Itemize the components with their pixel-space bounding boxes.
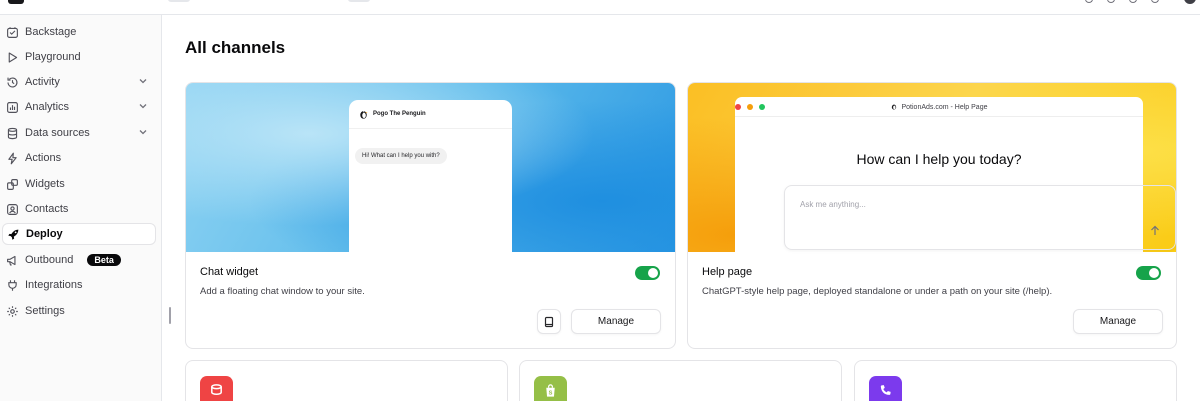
penguin-icon [360, 111, 368, 119]
book-icon [544, 316, 554, 327]
sidebar-item-label: Data sources [25, 127, 90, 139]
phone-icon [869, 376, 902, 401]
bolt-icon [8, 152, 17, 164]
channel-card-help-page: PotionAds.com - Help Page How can I help… [687, 82, 1177, 349]
channel-card-chat-widget: Pogo The Penguin Hi! What can I help you… [185, 82, 676, 349]
sidebar-item-outbound[interactable]: Outbound Beta [0, 249, 156, 271]
puzzle-icon [7, 178, 18, 190]
chat-widget-toggle[interactable] [635, 266, 660, 280]
database-icon [7, 127, 18, 139]
top-bar [0, 0, 1200, 15]
sidebar-item-actions[interactable]: Actions [0, 147, 156, 169]
channel-card[interactable]: S [519, 360, 842, 401]
sidebar-item-activity[interactable]: Activity [0, 71, 156, 93]
chevron-down-icon[interactable] [138, 76, 148, 86]
chat-window-preview: Pogo The Penguin Hi! What can I help you… [349, 100, 512, 260]
history-icon [7, 76, 18, 88]
sidebar-item-playground[interactable]: Playground [0, 46, 156, 68]
manage-button[interactable]: Manage [571, 309, 661, 334]
sidebar-item-widgets[interactable]: Widgets [0, 173, 156, 195]
browser-bar: PotionAds.com - Help Page [735, 97, 1143, 117]
toolbar-icon[interactable] [1107, 0, 1115, 3]
help-input-placeholder: Ask me anything... [800, 200, 866, 209]
gear-icon [7, 305, 18, 317]
channel-description: Add a floating chat window to your site. [200, 286, 365, 297]
svg-text:S: S [549, 391, 553, 397]
toolbar-icon[interactable] [1085, 0, 1093, 3]
sidebar-item-label: Backstage [25, 26, 77, 38]
sidebar-item-label: Outbound [25, 254, 74, 266]
megaphone-icon [7, 255, 16, 266]
breadcrumb-button[interactable] [168, 0, 190, 2]
sidebar-item-label: Integrations [25, 279, 83, 291]
sidebar-item-label: Analytics [25, 101, 70, 113]
database-icon [200, 376, 233, 401]
plug-icon [8, 279, 17, 291]
browser-title-text: PotionAds.com - Help Page [901, 104, 988, 111]
sidebar-item-deploy[interactable]: Deploy [2, 223, 156, 245]
help-question-input: Ask me anything... [784, 185, 1176, 250]
sidebar-item-label: Contacts [25, 203, 69, 215]
toolbar-icon[interactable] [1129, 0, 1137, 3]
play-icon [8, 51, 18, 63]
help-heading: How can I help you today? [856, 151, 1022, 167]
breadcrumb-button[interactable] [348, 0, 370, 2]
help-page-preview: PotionAds.com - Help Page How can I help… [688, 83, 1176, 257]
sidebar: Backstage Playground Activity Analytics … [0, 15, 162, 401]
sidebar-item-backstage[interactable]: Backstage [0, 21, 156, 43]
sidebar-item-label: Playground [25, 51, 81, 63]
sidebar-item-label: Widgets [25, 178, 65, 190]
toolbar-icon[interactable] [1151, 0, 1159, 3]
penguin-icon [891, 104, 896, 110]
backstage-icon [7, 26, 18, 38]
browser-window-preview: PotionAds.com - Help Page How can I help… [735, 97, 1176, 257]
rocket-icon [8, 229, 19, 240]
avatar[interactable] [1184, 0, 1196, 4]
sidebar-resize-handle[interactable] [169, 307, 171, 324]
arrow-up-icon [1151, 225, 1159, 235]
sidebar-item-label: Settings [25, 305, 65, 317]
chevron-down-icon[interactable] [138, 101, 148, 111]
channel-title: Help page [702, 266, 753, 278]
channel-title: Chat widget [200, 266, 259, 278]
channel-card[interactable] [854, 360, 1177, 401]
docs-button[interactable] [537, 309, 561, 334]
shopify-icon: S [534, 376, 567, 401]
chevron-down-icon[interactable] [138, 127, 148, 137]
page-title: All channels [185, 38, 286, 57]
channel-card[interactable] [185, 360, 508, 401]
sidebar-item-label: Actions [25, 152, 62, 164]
browser-title: PotionAds.com - Help Page [735, 103, 1143, 111]
sidebar-item-contacts[interactable]: Contacts [0, 198, 156, 220]
chat-greeting-bubble: Hi! What can I help you with? [355, 148, 447, 164]
sidebar-item-data-sources[interactable]: Data sources [0, 122, 156, 144]
sidebar-item-label: Activity [25, 76, 60, 88]
chart-icon [7, 101, 18, 113]
manage-button[interactable]: Manage [1073, 309, 1163, 334]
sidebar-item-label: Deploy [26, 228, 63, 240]
channel-description: ChatGPT-style help page, deployed standa… [702, 286, 1053, 297]
chat-widget-preview: Pogo The Penguin Hi! What can I help you… [186, 83, 675, 260]
chat-header: Pogo The Penguin [349, 100, 512, 129]
beta-badge: Beta [87, 254, 121, 266]
app-logo[interactable] [8, 0, 24, 4]
help-page-toggle[interactable] [1136, 266, 1161, 280]
sidebar-item-settings[interactable]: Settings [0, 300, 156, 322]
contact-icon [7, 203, 18, 215]
bot-name: Pogo The Penguin [373, 111, 426, 117]
sidebar-item-analytics[interactable]: Analytics [0, 96, 156, 118]
sidebar-item-integrations[interactable]: Integrations [0, 274, 156, 296]
